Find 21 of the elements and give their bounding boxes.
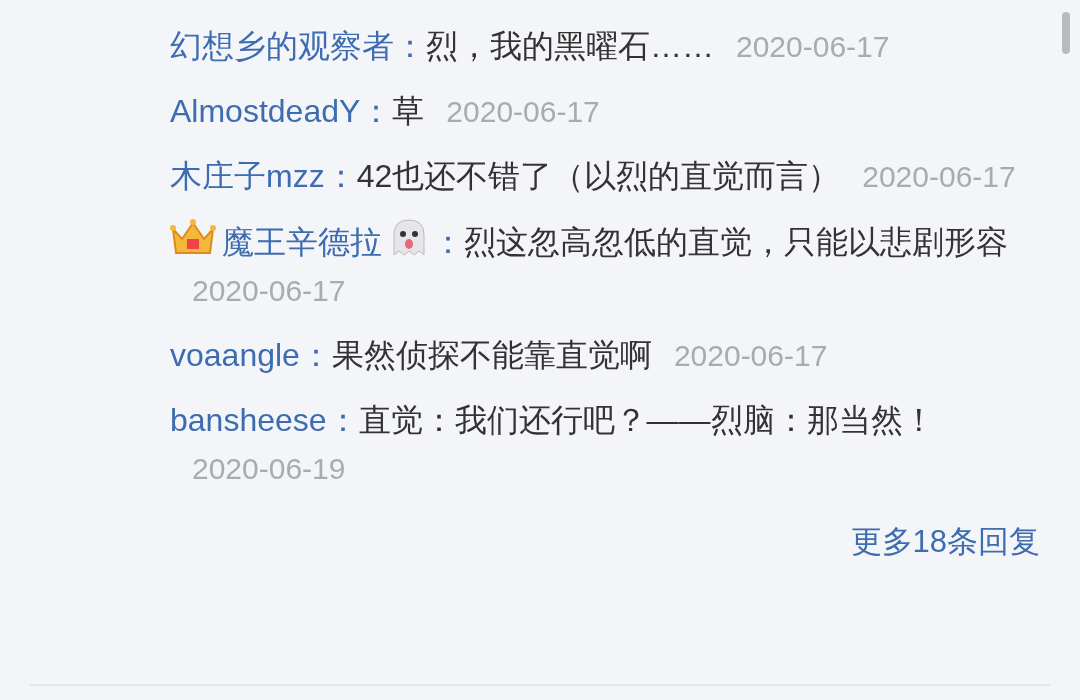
crown-icon	[170, 217, 216, 257]
username-link[interactable]: AlmostdeadY	[170, 93, 361, 129]
reply-text: 幻想乡的观察者：烈，我的黑曜石…… 2020-06-17	[170, 27, 891, 66]
username-link[interactable]: 木庄子mzz	[170, 158, 325, 194]
reply-date: 2020-06-17	[862, 160, 1016, 193]
username-link[interactable]: 魔王辛德拉	[222, 224, 382, 260]
username-link[interactable]: voaangle	[170, 337, 300, 373]
reply-text: bansheese：直觉：我们还行吧？——烈脑：那当然！ 2020-06-19	[170, 401, 936, 487]
reply-date: 2020-06-17	[192, 274, 346, 307]
reply-date: 2020-06-17	[446, 95, 600, 128]
scrollbar[interactable]	[1062, 12, 1070, 54]
reply-text: AlmostdeadY：草 2020-06-17	[170, 92, 601, 131]
reply-text: voaangle：果然侦探不能靠直觉啊 2020-06-17	[170, 336, 829, 375]
more-replies-link[interactable]: 更多18条回复	[850, 521, 1040, 563]
reply-text: 魔王辛德拉 ：烈这忽高忽低的直觉，只能以悲剧形容 2020-06-17	[170, 217, 1040, 315]
username-link[interactable]: 幻想乡的观察者	[170, 28, 394, 64]
reply-date: 2020-06-19	[192, 452, 346, 485]
reply-date: 2020-06-17	[736, 30, 890, 63]
username-link[interactable]: bansheese	[170, 402, 327, 438]
reply-date: 2020-06-17	[673, 339, 828, 372]
reply-text: 木庄子mzz：42也还不错了（以烈的直觉而言） 2020-06-17	[170, 157, 1017, 196]
